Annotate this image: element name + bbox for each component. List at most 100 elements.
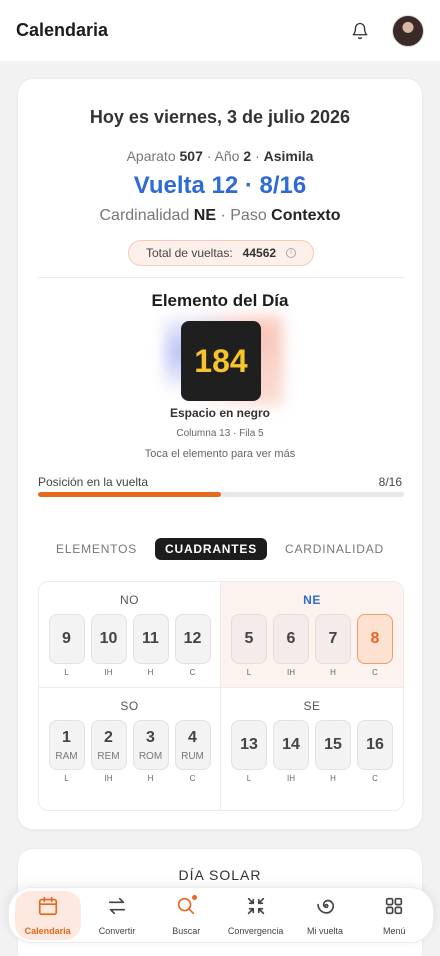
step-sublabel: REM — [97, 750, 120, 762]
step-number: 4 — [188, 728, 197, 746]
step-cell-7[interactable]: 7 — [315, 614, 351, 664]
vuelta-heading: Vuelta 12 · 8/16 — [133, 172, 307, 199]
step-cell-16[interactable]: 16 — [357, 720, 393, 770]
step-type-label: H — [147, 668, 154, 677]
cell-wrapper: 15 H — [315, 720, 351, 783]
nav-label: Buscar — [172, 925, 201, 936]
step-cell-1[interactable]: 1 RAM — [48, 720, 85, 770]
divider — [38, 277, 404, 278]
step-sublabel: ROM — [138, 750, 163, 762]
progress-bar — [38, 492, 404, 497]
today-card: Hoy es viernes, 3 de julio 2026 Aparato … — [17, 78, 423, 830]
cardinal-line: Cardinalidad NE · Paso Contexto — [99, 207, 341, 224]
solar-title: DÍA SOLAR — [178, 867, 262, 883]
nav-label: Calendaria — [24, 925, 71, 936]
quadrant-cells: 13 L 14 IH 15 H 16 C — [221, 720, 403, 783]
step-cell-13[interactable]: 13 — [231, 720, 267, 770]
quadrant-title: NO — [120, 593, 139, 607]
tab-cardinalidad[interactable]: CARDINALIDAD — [275, 538, 394, 560]
step-type-label: IH — [104, 668, 113, 677]
bottom-nav: Calendaria Convertir Buscar Convergencia Mi … — [8, 887, 434, 943]
cell-wrapper: 7H — [315, 614, 351, 677]
element-position: Columna 13 · Fila 5 — [176, 428, 264, 439]
cell-wrapper: 3 ROM H — [132, 720, 169, 783]
anio-value: 2 — [243, 148, 252, 164]
step-type-label: IH — [287, 668, 295, 677]
avatar[interactable] — [392, 14, 424, 47]
step-type-label: L — [246, 774, 252, 783]
nav-item-converge[interactable]: Convergencia — [223, 891, 289, 940]
nav-item-calendar[interactable]: Calendaria — [14, 890, 81, 940]
cardinalidad-label: Cardinalidad — [99, 207, 190, 224]
step-number: 5 — [244, 630, 254, 647]
cell-wrapper: 11 H — [132, 614, 169, 677]
step-number: 9 — [62, 630, 71, 647]
step-type-label: H — [330, 668, 336, 677]
info-icon[interactable]: i — [286, 248, 297, 258]
total-value: 44562 — [242, 246, 277, 260]
top-actions — [350, 14, 424, 47]
aparato-line: Aparato 507 · Año 2 · Asimila — [126, 148, 314, 164]
step-type-label: L — [64, 774, 69, 783]
cell-wrapper: 6 IH — [273, 614, 309, 677]
step-number: 7 — [328, 630, 338, 647]
cell-wrapper: 13 L — [231, 720, 267, 783]
cell-wrapper: 8C — [357, 614, 393, 677]
step-type-label: H — [330, 774, 336, 783]
element-tile[interactable]: 184 — [181, 321, 261, 401]
step-sublabel: RUM — [181, 750, 204, 762]
tab-elementos[interactable]: ELEMENTOS — [46, 538, 147, 560]
step-number: 2 — [104, 728, 113, 746]
nav-item-grid[interactable]: Menú — [361, 891, 427, 940]
element-hint: Toca el elemento para ver más — [144, 448, 296, 460]
tab-cuadrantes[interactable]: CUADRANTES — [155, 538, 268, 560]
nav-label: Mi vuelta — [306, 925, 343, 936]
calendar-icon — [37, 895, 59, 922]
bell-icon[interactable] — [350, 21, 370, 41]
step-type-label: C — [189, 774, 196, 783]
step-cell-9[interactable]: 9 — [48, 614, 85, 664]
nav-item-search[interactable]: Buscar — [153, 891, 219, 940]
step-cell-6[interactable]: 6 — [273, 614, 309, 664]
step-type-label: H — [147, 774, 154, 783]
element-name: Espacio en negro — [169, 406, 271, 420]
quadrant-title: NE — [303, 593, 321, 607]
paso-value: Contexto — [271, 207, 341, 224]
step-type-label: L — [246, 668, 252, 677]
step-sublabel: RAM — [55, 750, 78, 762]
step-number: 3 — [146, 728, 155, 746]
cell-wrapper: 10 IH — [90, 614, 127, 677]
step-cell-14[interactable]: 14 — [273, 720, 309, 770]
nav-item-swap[interactable]: Convertir — [84, 891, 150, 940]
step-cell-10[interactable]: 10 — [90, 614, 127, 664]
nav-item-spiral[interactable]: Mi vuelta — [292, 891, 358, 940]
step-cell-5[interactable]: 5 — [231, 614, 267, 664]
aparato-label: Aparato — [126, 148, 176, 164]
step-cell-11[interactable]: 11 — [132, 614, 169, 664]
quadrant-title: SE — [303, 699, 321, 713]
cell-wrapper: 9L — [48, 614, 85, 677]
swap-icon — [106, 895, 128, 922]
step-number: 14 — [282, 736, 300, 753]
step-type-label: IH — [104, 774, 113, 783]
quadrant-ne: NE 5 L 6 IH 7 H 8 C — [221, 582, 403, 688]
step-number: 15 — [324, 736, 342, 753]
step-cell-3[interactable]: 3 ROM — [132, 720, 169, 770]
step-number: 1 — [62, 728, 71, 746]
element-heading: Elemento del Día — [151, 291, 289, 310]
step-type-label: C — [372, 774, 378, 783]
step-cell-2[interactable]: 2 REM — [90, 720, 127, 770]
nav-label: Convergencia — [227, 925, 284, 936]
step-number: 13 — [240, 736, 258, 753]
step-cell-4[interactable]: 4 RUM — [174, 720, 211, 770]
total-vueltas-pill[interactable]: Total de vueltas: 44562 i — [128, 240, 314, 266]
quadrant-cells: 1 RAM L 2 REM IH 3 ROM H 4 RUM C — [39, 720, 220, 783]
spiral-icon — [314, 895, 336, 922]
step-cell-15[interactable]: 15 — [315, 720, 351, 770]
cell-wrapper: 2 REM IH — [90, 720, 127, 783]
step-cell-12[interactable]: 12 — [174, 614, 211, 664]
notification-dot — [191, 893, 199, 901]
cell-wrapper: 4 RUM C — [174, 720, 211, 783]
step-cell-8[interactable]: 8 — [357, 614, 393, 664]
quadrant-no: NO 9 L 10 IH 11 H 12 C — [39, 582, 221, 688]
